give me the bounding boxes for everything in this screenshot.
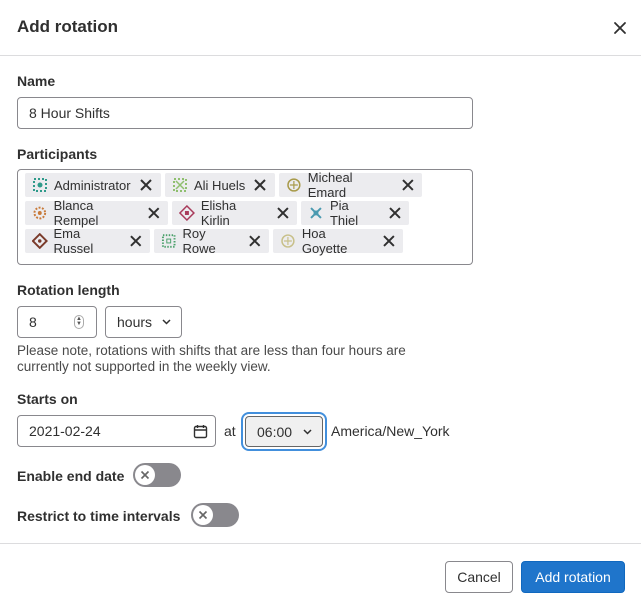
cancel-button[interactable]: Cancel (445, 561, 513, 593)
restrict-intervals-label: Restrict to time intervals (17, 508, 181, 524)
participant-token: Ema Russel (25, 226, 150, 256)
participant-name: Ali Huels (194, 177, 246, 193)
rotation-unit-select[interactable]: hours (105, 306, 182, 338)
chevron-down-icon (303, 429, 312, 435)
participant-name: Roy Rowe (182, 226, 216, 256)
start-time-select[interactable]: 06:00 (245, 416, 323, 447)
remove-participant-icon[interactable] (139, 178, 153, 192)
participants-label: Participants (17, 146, 98, 162)
starts-on-label: Starts on (17, 391, 78, 407)
avatar-icon (310, 207, 322, 219)
start-time-value: 06:00 (257, 423, 293, 440)
start-date-value: 2021-02-24 (29, 423, 101, 439)
add-rotation-button[interactable]: Add rotation (521, 561, 625, 593)
avatar-icon (179, 205, 195, 221)
timezone-label: America/New_York (331, 423, 450, 439)
participant-token: Administrator (25, 173, 161, 197)
remove-participant-icon[interactable] (276, 206, 290, 220)
remove-participant-icon[interactable] (382, 234, 396, 248)
toggle-knob (135, 465, 155, 485)
participant-token: Hoa Goyette (273, 226, 403, 256)
toggle-knob (193, 505, 213, 525)
calendar-icon[interactable] (193, 424, 208, 439)
modal-title: Add rotation (17, 17, 119, 36)
participant-name: Blanca Rempel (53, 198, 99, 228)
remove-participant-icon[interactable] (147, 206, 161, 220)
participant-token: Blanca Rempel (25, 198, 168, 228)
avatar-icon (287, 178, 301, 192)
participant-token: Ali Huels (165, 173, 275, 197)
chevron-down-icon (162, 319, 171, 325)
participant-token: Elisha Kirlin (172, 198, 297, 228)
participant-token: Micheal Emard (279, 170, 422, 200)
toggle-off-icon (198, 510, 208, 520)
modal-header: Add rotation (0, 0, 641, 56)
name-label: Name (17, 73, 56, 89)
avatar-icon (33, 206, 47, 220)
toggle-off-icon (140, 470, 150, 480)
remove-participant-icon[interactable] (401, 178, 415, 192)
rotation-length-label: Rotation length (17, 282, 120, 298)
add-rotation-modal: Add rotation Name 8 Hour Shifts Particip… (0, 0, 641, 610)
rotation-length-note: Please note, rotations with shifts that … (17, 343, 406, 374)
name-input[interactable]: 8 Hour Shifts (17, 97, 473, 129)
participant-name: Hoa Goyette (301, 226, 348, 256)
avatar-icon (32, 233, 48, 249)
participant-name: Pia Thiel (329, 198, 359, 228)
number-stepper[interactable]: ▲ ▼ (74, 315, 84, 329)
avatar-icon (161, 234, 176, 248)
stepper-down-icon[interactable]: ▼ (76, 321, 82, 327)
close-button[interactable] (606, 14, 634, 42)
name-input-value: 8 Hour Shifts (29, 105, 110, 121)
participant-token: Pia Thiel (301, 198, 409, 228)
enable-end-date-label: Enable end date (17, 468, 125, 484)
avatar-icon (281, 234, 295, 248)
participant-name: Elisha Kirlin (200, 198, 237, 228)
remove-participant-icon[interactable] (248, 234, 262, 248)
remove-participant-icon[interactable] (253, 178, 267, 192)
at-label: at (224, 423, 236, 439)
remove-participant-icon[interactable] (129, 234, 143, 248)
participant-token: Roy Rowe (154, 226, 269, 256)
enable-end-date-toggle[interactable] (133, 463, 181, 487)
rotation-unit-value: hours (117, 314, 153, 330)
participant-name: Ema Russel (53, 226, 94, 256)
avatar-icon (33, 178, 47, 192)
modal-footer: Cancel Add rotation (0, 543, 641, 610)
participant-name: Administrator (54, 177, 131, 193)
avatar-icon (173, 178, 187, 192)
rotation-length-value: 8 (29, 314, 37, 330)
start-date-input[interactable]: 2021-02-24 (17, 415, 216, 447)
close-icon (614, 22, 626, 34)
restrict-intervals-toggle[interactable] (191, 503, 239, 527)
remove-participant-icon[interactable] (388, 206, 402, 220)
participant-name: Micheal Emard (307, 170, 353, 200)
rotation-length-input[interactable]: 8 (17, 306, 97, 338)
